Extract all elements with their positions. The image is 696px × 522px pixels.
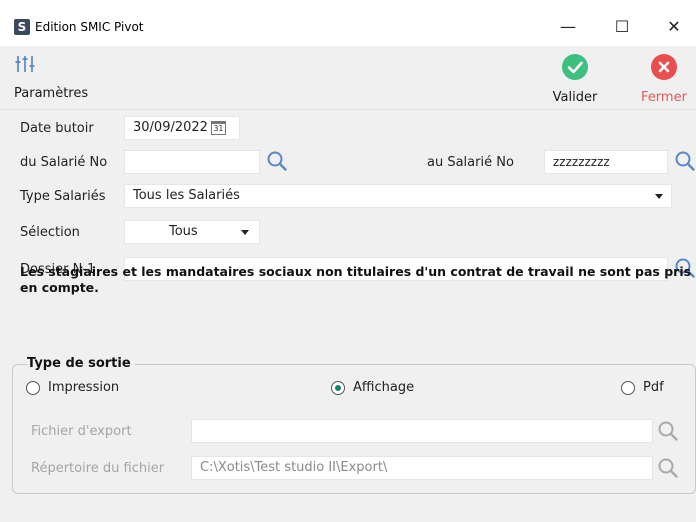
radio-impression-label: Impression [48,380,120,395]
valider-label: Valider [552,90,598,105]
info-note: Les stagiaires et les mandataires sociau… [20,264,692,295]
selection-select[interactable]: Tous [124,220,260,244]
sliders-icon [15,56,35,72]
date-butoir-label: Date butoir [20,121,94,136]
type-salaries-select[interactable]: Tous les Salariés [124,184,672,208]
date-butoir-field[interactable]: 30/09/2022 31 [124,116,240,140]
radio-indicator [26,380,40,395]
au-salarie-input[interactable] [544,150,668,174]
parameters-button[interactable]: Paramètres [14,54,88,101]
search-icon[interactable] [674,150,696,172]
radio-indicator [331,380,345,395]
fermer-label: Fermer [641,90,687,105]
fichier-export-label: Fichier d'export [31,424,132,439]
calendar-icon[interactable]: 31 [210,120,226,135]
app-icon: S [14,19,30,35]
minimize-button[interactable]: — [554,14,582,40]
du-salarie-label: du Salarié No [20,155,108,170]
chevron-down-icon [241,230,249,235]
radio-pdf-label: Pdf [643,380,664,395]
fermer-button[interactable]: Fermer [633,54,695,105]
search-icon[interactable] [266,150,288,172]
output-type-title: Type de sortie [27,356,135,371]
maximize-button[interactable]: ☐ [608,14,636,40]
repertoire-value: C:\Xotis\Test studio II\Export\ [200,460,388,475]
type-salaries-value: Tous les Salariés [133,188,240,203]
title-bar: S Edition SMIC Pivot — ☐ ✕ [0,0,696,46]
window-title: Edition SMIC Pivot [35,20,144,34]
radio-affichage-label: Affichage [353,380,415,395]
type-salaries-label: Type Salariés [20,189,106,204]
radio-impression[interactable]: Impression [26,380,119,395]
fichier-export-input[interactable] [191,419,653,443]
au-salarie-label: au Salarié No [427,155,514,170]
du-salarie-input[interactable] [124,150,260,174]
search-icon[interactable] [657,457,679,479]
selection-value: Tous [169,224,198,239]
radio-pdf[interactable]: Pdf [621,380,664,395]
selection-label: Sélection [20,225,80,240]
search-icon[interactable] [657,420,679,442]
radio-indicator [621,380,635,395]
toolbar: Paramètres Valider Fermer [0,46,696,110]
date-butoir-value: 30/09/2022 [133,120,208,135]
parameters-label: Paramètres [14,86,89,101]
chevron-down-icon [655,194,663,199]
check-icon [562,54,588,80]
valider-button[interactable]: Valider [545,54,605,105]
radio-affichage[interactable]: Affichage [331,380,414,395]
repertoire-label: Répertoire du fichier [31,461,165,476]
close-icon [651,54,677,80]
repertoire-input[interactable]: C:\Xotis\Test studio II\Export\ [191,456,653,480]
close-window-button[interactable]: ✕ [660,14,688,40]
